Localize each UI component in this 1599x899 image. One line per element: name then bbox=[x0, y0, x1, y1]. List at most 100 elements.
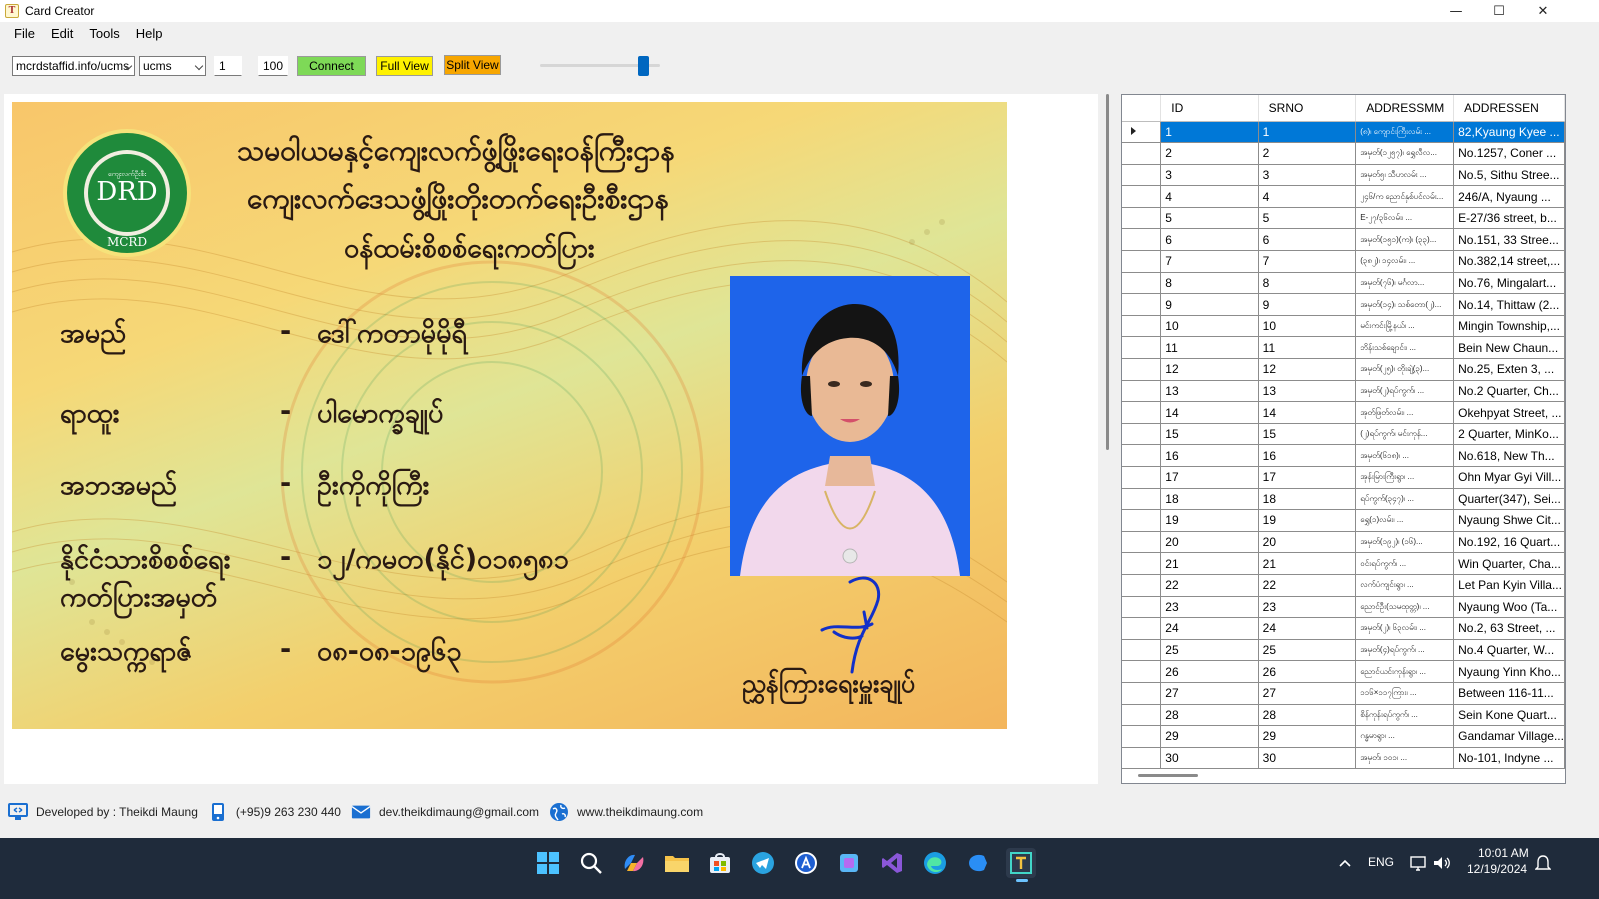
row-header[interactable] bbox=[1122, 509, 1162, 532]
cell-addressmm[interactable]: ဝင်းရပ်ကွက်၊ ... bbox=[1355, 552, 1455, 575]
row-header[interactable] bbox=[1122, 466, 1162, 489]
cell-srno[interactable]: 22 bbox=[1258, 574, 1357, 597]
row-header[interactable] bbox=[1122, 747, 1162, 770]
cell-addressen[interactable]: No.151, 33 Stree... bbox=[1453, 228, 1565, 252]
table-row[interactable]: 3 3 အမှတ်၅၊ သီဟလမ်း ... No.5, Sithu Stree..… bbox=[1122, 164, 1565, 187]
cell-srno[interactable]: 10 bbox=[1258, 315, 1357, 338]
table-row[interactable]: 10 10 မင်းကင်းမြို့နယ်၊ ... Mingin Township… bbox=[1122, 315, 1565, 338]
table-row[interactable]: 30 30 အမှတ်၊ ၁၀၁၊ ... No-101, Indyne ... bbox=[1122, 747, 1565, 770]
minimize-button[interactable]: — bbox=[1434, 0, 1478, 22]
cell-id[interactable]: 3 bbox=[1160, 164, 1259, 187]
table-row[interactable]: 14 14 အုတ်ဖြတ်လမ်း၊ ... Okehpyat Street, ..… bbox=[1122, 401, 1565, 424]
cell-addressen[interactable]: No.1257, Coner ... bbox=[1453, 142, 1565, 165]
row-header[interactable] bbox=[1122, 574, 1162, 597]
maximize-button[interactable]: ☐ bbox=[1477, 0, 1521, 22]
table-row[interactable]: 21 21 ဝင်းရပ်ကွက်၊ ... Win Quarter, Cha... bbox=[1122, 552, 1565, 575]
clock-time[interactable]: 10:01 AM bbox=[1478, 846, 1529, 860]
row-header[interactable] bbox=[1122, 164, 1162, 187]
cell-srno[interactable]: 30 bbox=[1258, 747, 1357, 770]
cell-srno[interactable]: 19 bbox=[1258, 509, 1357, 532]
visual-studio-icon[interactable] bbox=[877, 848, 907, 878]
cell-id[interactable]: 19 bbox=[1160, 509, 1259, 532]
cell-addressen[interactable]: Nyaung Yinn Kho... bbox=[1453, 660, 1565, 683]
cell-srno[interactable]: 13 bbox=[1258, 380, 1357, 403]
cell-addressen[interactable]: No.14, Thittaw (2... bbox=[1453, 293, 1565, 316]
row-header[interactable] bbox=[1122, 250, 1162, 273]
row-header[interactable] bbox=[1122, 617, 1162, 640]
cell-srno[interactable]: 9 bbox=[1258, 293, 1357, 316]
row-header[interactable] bbox=[1122, 682, 1162, 705]
cell-addressmm[interactable]: အမှတ်(၆၁၈)၊ ... bbox=[1355, 444, 1455, 467]
table-row[interactable]: 13 13 အမှတ်(၂)ရပ်ကွက်၊ ... No.2 Quarter, Ch… bbox=[1122, 380, 1565, 403]
cell-addressmm[interactable]: အမှတ်(၁၂၅၇)၊ ရွှေလီလ... bbox=[1355, 142, 1455, 165]
table-row[interactable]: 20 20 အမှတ်(၁၉၂)၊ (၁၆)... No.192, 16 Quart.… bbox=[1122, 531, 1565, 554]
row-header[interactable] bbox=[1122, 401, 1162, 424]
cell-addressmm[interactable]: ၂၄၆/က ညောင်နှစ်ပင်လမ်း... bbox=[1355, 185, 1455, 208]
row-header[interactable] bbox=[1122, 423, 1162, 446]
cell-addressen[interactable]: No.4 Quarter, W... bbox=[1453, 639, 1565, 662]
cell-addressmm[interactable]: အမှတ်၅၊ သီဟလမ်း ... bbox=[1355, 164, 1455, 187]
cell-srno[interactable]: 26 bbox=[1258, 660, 1357, 683]
cell-srno[interactable]: 21 bbox=[1258, 552, 1357, 575]
cell-id[interactable]: 28 bbox=[1160, 704, 1259, 727]
cell-srno[interactable]: 7 bbox=[1258, 250, 1357, 273]
cell-addressen[interactable]: Ohn Myar Gyi Vill... bbox=[1453, 466, 1565, 489]
row-header[interactable] bbox=[1122, 488, 1162, 511]
cell-addressmm[interactable]: ရွှေ(၁)လမ်း၊ ... bbox=[1355, 509, 1455, 532]
row-header[interactable] bbox=[1122, 142, 1162, 165]
table-row[interactable]: 15 15 (၂)ရပ်ကွက်၊ မင်းကုန်... 2 Quarter, Mi… bbox=[1122, 423, 1565, 446]
table-row[interactable]: 9 9 အမှတ်(၁၄)၊ သစ်တော(၂)... No.14, Thittaw … bbox=[1122, 293, 1565, 316]
cell-addressmm[interactable]: အုန်းမြားကြီးရွာ၊ ... bbox=[1355, 466, 1455, 489]
file-explorer-icon[interactable] bbox=[662, 848, 692, 878]
cell-addressmm[interactable]: (၃၈၂)၊ ၁၄လမ်း၊ ... bbox=[1355, 250, 1455, 273]
column-header-addressen[interactable]: ADDRESSEN bbox=[1453, 95, 1565, 122]
cell-id[interactable]: 11 bbox=[1160, 336, 1259, 360]
cell-id[interactable]: 12 bbox=[1160, 358, 1259, 381]
table-row[interactable]: 24 24 အမှတ်(၂)၊ ၆၃လမ်း၊ ... No.2, 63 Street… bbox=[1122, 617, 1565, 640]
cell-addressmm[interactable]: ၁၁၆×၁၁၇ကြား၊ ... bbox=[1355, 682, 1455, 705]
cell-addressmm[interactable]: ညောင်ယင်းကုန်းရွာ၊ ... bbox=[1355, 660, 1455, 683]
cell-srno[interactable]: 1 bbox=[1258, 121, 1357, 144]
connect-button[interactable]: Connect bbox=[297, 56, 366, 76]
cell-id[interactable]: 16 bbox=[1160, 444, 1259, 467]
cell-srno[interactable]: 18 bbox=[1258, 488, 1357, 511]
cell-id[interactable]: 21 bbox=[1160, 552, 1259, 575]
cell-addressen[interactable]: 82,Kyaung Kyee ... bbox=[1453, 121, 1565, 144]
cell-id[interactable]: 23 bbox=[1160, 596, 1259, 619]
row-header[interactable] bbox=[1122, 207, 1162, 230]
notification-bell-icon[interactable] bbox=[1528, 848, 1558, 878]
count-input[interactable]: 100 bbox=[258, 56, 288, 76]
scrollbar-thumb[interactable] bbox=[1106, 94, 1109, 450]
app-icon-cube[interactable] bbox=[834, 848, 864, 878]
cell-id[interactable]: 26 bbox=[1160, 660, 1259, 683]
column-header-addressmm[interactable]: ADDRESSMM bbox=[1355, 95, 1455, 122]
store-icon[interactable] bbox=[705, 848, 735, 878]
cell-addressen[interactable]: Nyaung Shwe Cit... bbox=[1453, 509, 1565, 532]
edge-icon[interactable] bbox=[920, 848, 950, 878]
cell-addressen[interactable]: No.25, Exten 3, ... bbox=[1453, 358, 1565, 381]
cell-addressen[interactable]: No.2, 63 Street, ... bbox=[1453, 617, 1565, 640]
table-row[interactable]: 17 17 အုန်းမြားကြီးရွာ၊ ... Ohn Myar Gyi Vi… bbox=[1122, 466, 1565, 489]
cell-addressen[interactable]: No.618, New Th... bbox=[1453, 444, 1565, 467]
cell-addressmm[interactable]: ညောင်ဦး(သမထုတ္တ)၊ ... bbox=[1355, 596, 1455, 619]
table-row[interactable]: 29 29 ဂန္ဓမာရွာ၊ ... Gandamar Village... bbox=[1122, 725, 1565, 748]
cell-addressen[interactable]: Mingin Township,... bbox=[1453, 315, 1565, 338]
menu-file[interactable]: File bbox=[6, 24, 43, 43]
app-store-icon[interactable] bbox=[791, 848, 821, 878]
cell-addressmm[interactable]: အမှတ်(၂)ရပ်ကွက်၊ ... bbox=[1355, 380, 1455, 403]
clock-date[interactable]: 12/19/2024 bbox=[1467, 862, 1527, 876]
close-button[interactable]: ✕ bbox=[1521, 0, 1565, 22]
cell-srno[interactable]: 8 bbox=[1258, 272, 1357, 295]
cell-addressmm[interactable]: (၂)ရပ်ကွက်၊ မင်းကုန်... bbox=[1355, 423, 1455, 446]
table-row[interactable]: 8 8 အမှတ်(၇၆)၊ မင်္ဂလာ... No.76, Mingalart.… bbox=[1122, 272, 1565, 295]
row-header[interactable] bbox=[1122, 228, 1162, 252]
cell-addressmm[interactable]: စိန်ကုန်းရပ်ကွက်၊ ... bbox=[1355, 704, 1455, 727]
cell-addressmm[interactable]: အမှတ်(၁၅၁)(က)၊ (၃၃)... bbox=[1355, 228, 1455, 252]
table-row[interactable]: 16 16 အမှတ်(၆၁၈)၊ ... No.618, New Th... bbox=[1122, 444, 1565, 467]
cell-addressmm[interactable]: အမှတ်(၁၄)၊ သစ်တော(၂)... bbox=[1355, 293, 1455, 316]
zoom-slider[interactable] bbox=[540, 55, 660, 77]
table-row[interactable]: 4 4 ၂၄၆/က ညောင်နှစ်ပင်လမ်း... 246/A, Nyaung… bbox=[1122, 185, 1565, 208]
cell-srno[interactable]: 17 bbox=[1258, 466, 1357, 489]
cell-srno[interactable]: 24 bbox=[1258, 617, 1357, 640]
cell-addressen[interactable]: E-27/36 street, b... bbox=[1453, 207, 1565, 230]
